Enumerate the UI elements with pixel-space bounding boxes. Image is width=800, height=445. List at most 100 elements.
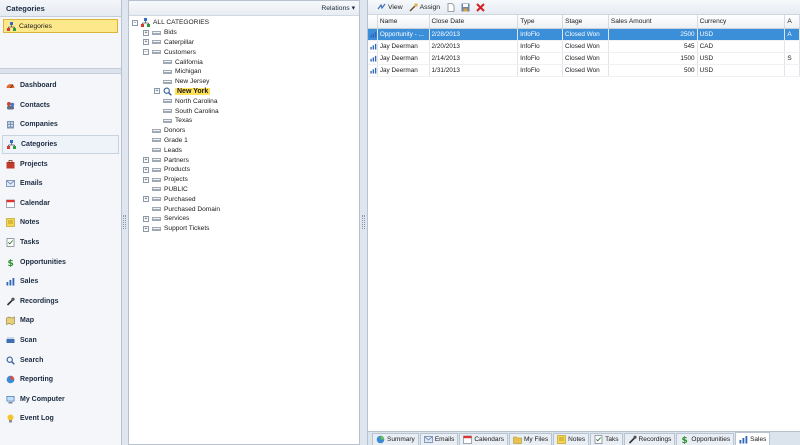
notes-icon <box>6 218 15 228</box>
delete-icon[interactable] <box>476 2 485 12</box>
tree-node-label: North Carolina <box>175 97 218 105</box>
tree-node-products[interactable]: + Products <box>129 165 359 175</box>
nav-item-calendar[interactable]: Calendar <box>0 194 121 214</box>
tab-recordings[interactable]: Recordings <box>623 433 676 445</box>
tree-node-leads[interactable]: Leads <box>129 145 359 155</box>
tree-node-all-categories[interactable]: − ALL CATEGORIES <box>129 18 359 28</box>
expand-icon[interactable]: + <box>143 157 149 164</box>
selected-category-item[interactable]: Categories <box>3 19 118 33</box>
nav-item-tasks[interactable]: Tasks <box>0 233 121 253</box>
cell-type: InfoFlo <box>518 29 564 40</box>
nav-item-projects[interactable]: Projects <box>0 154 121 174</box>
folder-icon <box>163 118 172 123</box>
tree-node-purchased[interactable]: + Purchased <box>129 194 359 204</box>
expand-icon[interactable]: + <box>143 39 149 46</box>
column-header-type[interactable]: Type <box>518 15 564 28</box>
nav-item-event-log[interactable]: Event Log <box>0 409 121 429</box>
tab-summary[interactable]: Summary <box>372 433 419 445</box>
tree-node-california[interactable]: California <box>129 57 359 67</box>
column-header-icon[interactable] <box>368 15 378 28</box>
tree-node-public[interactable]: PUBLIC <box>129 185 359 195</box>
new-document-icon[interactable] <box>446 2 455 12</box>
nav-item-categories[interactable]: Categories <box>2 134 119 155</box>
tree-node-grade-1[interactable]: Grade 1 <box>129 136 359 146</box>
tab-label: Sales <box>750 435 767 443</box>
tab-emails[interactable]: Emails <box>419 433 459 445</box>
event-log-icon <box>6 414 15 423</box>
tree-node-new-york[interactable]: + New York <box>129 87 359 97</box>
view-button[interactable]: View <box>377 3 403 12</box>
tree-node-purchased-domain[interactable]: Purchased Domain <box>129 204 359 214</box>
tab-my-files[interactable]: My Files <box>508 433 553 445</box>
tab-opportunities[interactable]: $ Opportunities <box>676 433 735 445</box>
expand-icon[interactable]: + <box>143 215 149 222</box>
expand-icon[interactable]: + <box>143 166 149 173</box>
cell-type: InfoFlo <box>518 53 564 64</box>
nav-item-map[interactable]: Map <box>0 311 121 331</box>
expand-icon[interactable]: + <box>143 225 149 232</box>
column-header-name[interactable]: Name <box>378 15 430 28</box>
nav-item-my-computer[interactable]: My Computer <box>0 390 121 410</box>
cell-extra: S <box>785 53 800 64</box>
nav-item-companies[interactable]: Companies <box>0 115 121 135</box>
nav-item-notes[interactable]: Notes <box>0 213 121 233</box>
cell-close-date: 2/14/2013 <box>430 53 519 64</box>
sales-row-icon <box>368 41 378 52</box>
column-header-close-date[interactable]: Close Date <box>430 15 519 28</box>
svg-text:$: $ <box>8 259 14 267</box>
relations-dropdown[interactable]: Relations ▾ <box>321 4 355 12</box>
tree-node-texas[interactable]: Texas <box>129 116 359 126</box>
nav-item-recordings[interactable]: Recordings <box>0 292 121 312</box>
table-row[interactable]: Jay Deerman 2/20/2013 InfoFlo Closed Won 545… <box>368 41 800 53</box>
table-row[interactable]: Opportunity - ... 2/28/2013 InfoFlo Closed … <box>368 29 800 41</box>
tree-node-new-jersey[interactable]: New Jersey <box>129 77 359 87</box>
cell-extra: A <box>785 29 800 40</box>
nav-item-label: Scan <box>20 337 37 345</box>
tab-notes[interactable]: Notes <box>553 433 590 445</box>
nav-item-label: Search <box>20 356 44 364</box>
tree-node-north-carolina[interactable]: North Carolina <box>129 96 359 106</box>
tree-node-caterpillar[interactable]: + Caterpillar <box>129 38 359 48</box>
assign-button[interactable]: Assign <box>409 3 440 12</box>
tab-calendars[interactable]: Calendars <box>459 433 508 445</box>
tree-node-bids[interactable]: + Bids <box>129 28 359 38</box>
nav-item-search[interactable]: Search <box>0 350 121 370</box>
tree-node-projects[interactable]: + Projects <box>129 175 359 185</box>
nav-item-dashboard[interactable]: Dashboard <box>0 76 121 96</box>
nav-item-opportunities[interactable]: $ Opportunities <box>0 252 121 272</box>
tree-node-donors[interactable]: Donors <box>129 126 359 136</box>
collapse-icon[interactable]: − <box>143 49 149 56</box>
table-row[interactable]: Jay Deerman 2/14/2013 InfoFlo Closed Won 150… <box>368 53 800 65</box>
left-splitter-grip[interactable] <box>123 215 126 229</box>
nav-item-reporting[interactable]: Reporting <box>0 370 121 390</box>
tree-node-customers[interactable]: − Customers <box>129 47 359 57</box>
expand-icon[interactable]: + <box>143 29 149 36</box>
emails-icon <box>423 435 433 444</box>
tree-node-support-tickets[interactable]: + Support Tickets <box>129 224 359 234</box>
category-selection-area: Categories <box>0 19 121 69</box>
right-splitter-grip[interactable] <box>362 215 365 229</box>
tab-sales[interactable]: Sales <box>735 432 771 445</box>
tree-node-south-carolina[interactable]: South Carolina <box>129 106 359 116</box>
save-icon[interactable] <box>461 3 470 12</box>
nav-item-scan[interactable]: Scan <box>0 331 121 351</box>
collapse-icon[interactable]: − <box>132 19 138 26</box>
column-header-a[interactable]: A <box>785 15 800 28</box>
column-header-stage[interactable]: Stage <box>563 15 609 28</box>
nav-item-label: My Computer <box>20 395 65 403</box>
column-header-currency[interactable]: Currency <box>698 15 786 28</box>
table-row[interactable]: Jay Deerman 1/31/2013 InfoFlo Closed Won 500… <box>368 65 800 77</box>
tree-node-services[interactable]: + Services <box>129 214 359 224</box>
tree-node-partners[interactable]: + Partners <box>129 155 359 165</box>
expand-icon[interactable]: + <box>154 88 160 95</box>
nav-item-sales[interactable]: Sales <box>0 272 121 292</box>
tab-taks[interactable]: Taks <box>590 433 623 445</box>
expand-icon[interactable]: + <box>143 196 149 203</box>
column-header-sales-amount[interactable]: Sales Amount <box>609 15 698 28</box>
expand-icon[interactable]: + <box>143 176 149 183</box>
cell-stage: Closed Won <box>563 41 609 52</box>
tree-node-michigan[interactable]: Michigan <box>129 67 359 77</box>
nav-item-emails[interactable]: Emails <box>0 174 121 194</box>
nav-item-label: Tasks <box>20 239 40 247</box>
nav-item-contacts[interactable]: Contacts <box>0 96 121 116</box>
